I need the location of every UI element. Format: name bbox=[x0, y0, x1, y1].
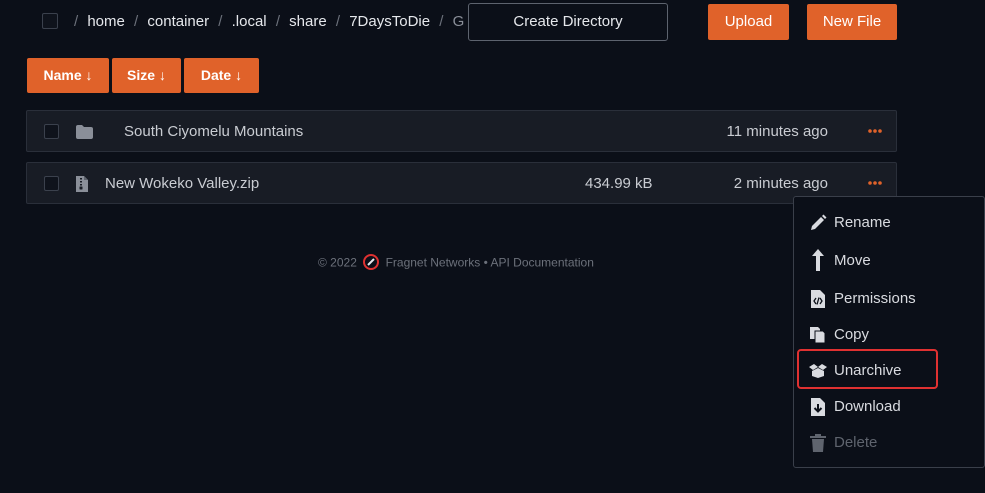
breadcrumb-generate: Generate bbox=[452, 13, 464, 30]
sort-by-date-button[interactable]: Date ↓ bbox=[184, 58, 259, 93]
file-modified: 11 minutes ago bbox=[726, 123, 828, 140]
file-name[interactable]: New Wokeko Valley.zip bbox=[105, 175, 259, 192]
breadcrumb-separator: / bbox=[134, 13, 139, 30]
file-name[interactable]: South Ciyomelu Mountains bbox=[124, 123, 303, 140]
create-directory-button[interactable]: Create Directory bbox=[468, 3, 668, 41]
highlight-annotation bbox=[797, 349, 938, 389]
sort-by-size-button[interactable]: Size ↓ bbox=[112, 58, 181, 93]
breadcrumb-separator: / bbox=[335, 13, 341, 30]
trash-icon bbox=[808, 433, 828, 453]
more-options-icon[interactable] bbox=[868, 176, 882, 190]
menu-item-permissions[interactable]: Permissions bbox=[808, 285, 978, 313]
archive-file-icon bbox=[75, 175, 89, 198]
menu-item-label: Permissions bbox=[834, 290, 916, 307]
file-size: 434.99 kB bbox=[585, 175, 653, 192]
file-context-menu: Rename Move Permissions Copy Unarchive D… bbox=[793, 196, 985, 468]
menu-item-download[interactable]: Download bbox=[808, 393, 978, 421]
row-checkbox[interactable] bbox=[44, 124, 59, 139]
breadcrumb: / home / container / .local / share / 7D… bbox=[74, 12, 464, 34]
footer-copyright: © 2022 bbox=[318, 255, 357, 270]
download-file-icon bbox=[808, 397, 828, 417]
api-documentation-link[interactable]: API Documentation bbox=[490, 256, 593, 270]
breadcrumb-container[interactable]: container bbox=[147, 13, 209, 30]
file-row[interactable]: New Wokeko Valley.zip 434.99 kB 2 minute… bbox=[26, 162, 897, 204]
footer-separator: • bbox=[483, 255, 488, 270]
sort-by-name-button[interactable]: Name ↓ bbox=[27, 58, 109, 93]
upload-button[interactable]: Upload bbox=[708, 4, 789, 40]
breadcrumb-separator: / bbox=[74, 13, 79, 30]
menu-item-rename[interactable]: Rename bbox=[808, 209, 978, 237]
menu-item-move[interactable]: Move bbox=[808, 247, 978, 275]
breadcrumb-home[interactable]: home bbox=[87, 13, 125, 30]
menu-item-label: Delete bbox=[834, 434, 878, 451]
copy-icon bbox=[808, 325, 828, 345]
menu-item-label: Copy bbox=[834, 326, 870, 343]
file-row[interactable]: South Ciyomelu Mountains 11 minutes ago bbox=[26, 110, 897, 152]
menu-item-delete: Delete bbox=[808, 429, 978, 457]
code-file-icon bbox=[808, 289, 828, 309]
footer: © 2022 Fragnet Networks • API Documentat… bbox=[318, 254, 594, 273]
menu-item-label: Move bbox=[834, 252, 871, 269]
folder-icon bbox=[75, 124, 94, 145]
footer-company-link[interactable]: Fragnet Networks bbox=[386, 256, 481, 270]
breadcrumb-separator: / bbox=[439, 13, 444, 30]
breadcrumb-local[interactable]: .local bbox=[232, 13, 267, 30]
new-file-button[interactable]: New File bbox=[807, 4, 897, 40]
select-all-checkbox[interactable] bbox=[42, 13, 58, 29]
menu-item-label: Download bbox=[834, 398, 901, 415]
breadcrumb-7daystodie[interactable]: 7DaysToDie bbox=[349, 13, 430, 30]
fragnet-logo-icon bbox=[363, 254, 380, 273]
arrow-up-icon bbox=[808, 249, 828, 271]
menu-item-copy[interactable]: Copy bbox=[808, 321, 978, 349]
row-checkbox[interactable] bbox=[44, 176, 59, 191]
breadcrumb-share[interactable]: share bbox=[289, 13, 327, 30]
breadcrumb-separator: / bbox=[275, 13, 280, 30]
menu-item-label: Rename bbox=[834, 214, 891, 231]
file-modified: 2 minutes ago bbox=[733, 175, 828, 192]
more-options-icon[interactable] bbox=[868, 124, 882, 138]
breadcrumb-separator: / bbox=[218, 13, 223, 30]
pencil-icon bbox=[808, 213, 828, 233]
